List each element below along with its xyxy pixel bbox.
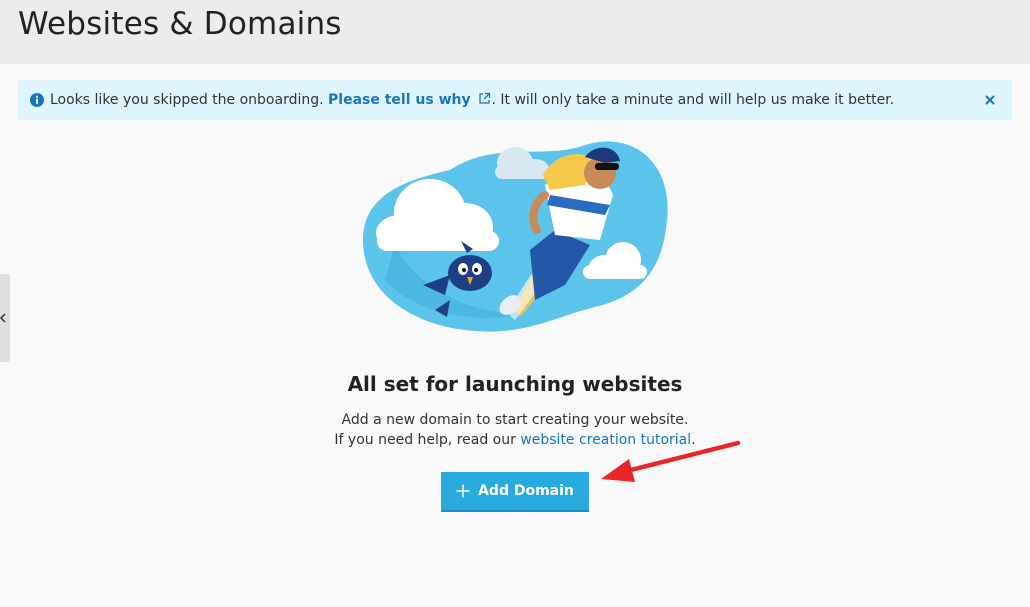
plus-icon bbox=[456, 484, 470, 498]
add-domain-label: Add Domain bbox=[478, 483, 574, 499]
launch-illustration bbox=[363, 141, 668, 332]
banner-text-before: Looks like you skipped the onboarding. bbox=[50, 92, 329, 108]
banner-text-after: . It will only take a minute and will he… bbox=[491, 92, 895, 108]
info-icon bbox=[30, 93, 44, 107]
add-domain-button[interactable]: Add Domain bbox=[441, 472, 589, 512]
help-text-prefix: If you need help, read our bbox=[334, 432, 521, 448]
empty-state-title: All set for launching websites bbox=[347, 372, 683, 396]
page-title: Websites & Domains bbox=[18, 6, 342, 42]
annotation-arrow-icon bbox=[601, 440, 741, 482]
feedback-link-label: Please tell us why bbox=[328, 92, 471, 108]
page-header: Websites & Domains bbox=[0, 0, 1030, 64]
sidebar-toggle-handle[interactable] bbox=[0, 274, 10, 362]
onboarding-banner: Looks like you skipped the onboarding. P… bbox=[18, 80, 1012, 120]
empty-state-description: Add a new domain to start creating your … bbox=[341, 412, 689, 428]
external-link-icon bbox=[479, 92, 491, 104]
close-icon[interactable] bbox=[982, 92, 998, 108]
empty-state-help: If you need help, read our website creat… bbox=[0, 432, 1030, 448]
chevron-left-icon bbox=[0, 313, 6, 323]
feedback-link[interactable]: Please tell us why bbox=[328, 92, 491, 108]
